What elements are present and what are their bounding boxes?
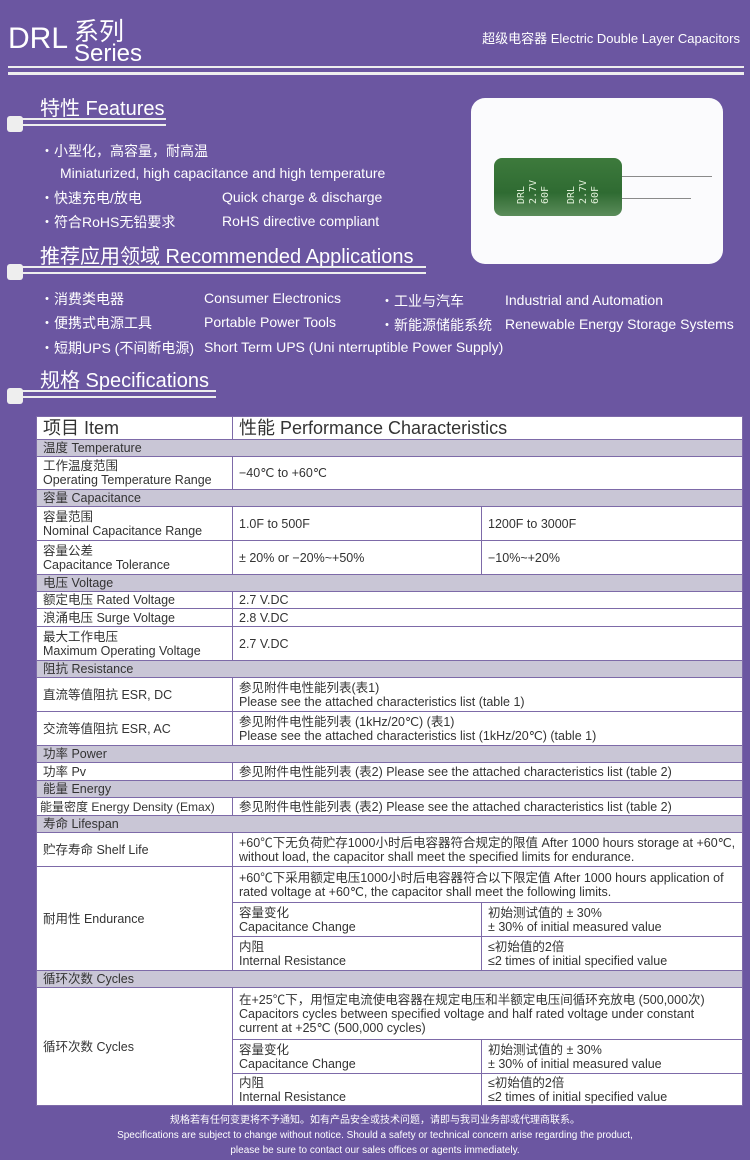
application-item: Industrial and Automation (505, 292, 663, 308)
specifications-table: 项目 Item 性能 Performance Characteristics 温度… (35, 416, 744, 1106)
group-row: 容量 Capacitance (35, 489, 744, 507)
group-row: 温度 Temperature (35, 439, 744, 457)
group-row: 电压 Voltage (35, 574, 744, 592)
divider (8, 72, 744, 75)
model-name: DRL (8, 22, 69, 55)
table-row: 能量密度 Energy Density (Emax) 参见附件电性能列表 (表2)… (36, 797, 744, 816)
feature-item: ・快速充电/放电 (40, 190, 142, 206)
application-item: Portable Power Tools (204, 314, 337, 330)
section-rule (20, 396, 216, 398)
footer-note-en: please be sure to contact our sales offi… (230, 1145, 520, 1156)
group-row: 循环次数 Cycles (35, 970, 744, 988)
specs-title: 规格 Specifications (40, 370, 209, 392)
application-item: Consumer Electronics (204, 290, 341, 306)
table-row: 工作温度范围 Operating Temperature Range −40℃ to… (36, 456, 744, 490)
section-rule (20, 124, 166, 126)
group-row: 阻抗 Resistance (35, 660, 744, 678)
table-row: 耐用性 Endurance +60℃下采用额定电压1000小时后电容器符合以下限定… (36, 866, 744, 971)
application-item: Short Term UPS (Uni nterruptible Power S… (204, 339, 504, 355)
table-row: 容量范围 Nominal Capacitance Range 1.0F to 500… (36, 506, 744, 541)
table-row: 贮存寿命 Shelf Life +60℃下无负荷贮存1000小时后电容器符合规定的… (36, 832, 744, 867)
application-item: ・便携式电源工具 (40, 315, 152, 331)
table-row: 功率 Pv 参见附件电性能列表 (表2) Please see the attac… (36, 762, 744, 781)
capacitor-image: DRL 2.7V 60F DRL 2.7V 60F (494, 158, 622, 216)
application-item: Renewable Energy Storage Systems (505, 316, 734, 332)
product-subtitle: 超级电容器 Electric Double Layer Capacitors (482, 31, 740, 46)
product-photo: DRL 2.7V 60F DRL 2.7V 60F (471, 98, 723, 264)
feature-item: Quick charge & discharge (222, 189, 383, 205)
section-rule (20, 266, 426, 268)
table-row: 容量公差 Capacitance Tolerance ± 20% or −20%~+… (36, 540, 744, 575)
series-en: Series (74, 40, 143, 67)
divider (8, 66, 744, 68)
table-row: 循环次数 Cycles 在+25℃下，用恒定电流使电容器在规定电压和半额定电压间循… (36, 987, 744, 1106)
section-rule (20, 118, 166, 120)
feature-item: Miniaturized, high capacitance and high … (60, 165, 386, 181)
group-row: 寿命 Lifespan (35, 815, 744, 833)
group-row: 能量 Energy (35, 780, 744, 798)
footer-note-cn: 规格若有任何变更将不予通知。如有产品安全或技术问题，请即与我司业务部或代理商联系… (170, 1115, 580, 1126)
table-row: 交流等值阻抗 ESR, AC 参见附件电性能列表 (1kHz/20℃) (表1) P… (36, 711, 744, 746)
application-item: ・消费类电器 (40, 291, 124, 307)
application-item: ・短期UPS (不间断电源) (40, 340, 194, 356)
applications-title: 推荐应用领域 Recommended Applications (40, 246, 414, 268)
table-header: 项目 Item 性能 Performance Characteristics (36, 416, 744, 440)
application-item: ・新能源储能系统 (380, 317, 492, 333)
table-row: 直流等值阻抗 ESR, DC 参见附件电性能列表(表1) Please see th… (36, 677, 744, 712)
section-rule (20, 390, 216, 392)
section-rule (20, 272, 426, 274)
feature-item: ・小型化，高容量，耐高温 (40, 143, 208, 159)
table-row: 最大工作电压 Maximum Operating Voltage 2.7 V.DC (36, 626, 744, 661)
table-row: 浪涌电压 Surge Voltage 2.8 V.DC (36, 608, 744, 627)
capacitor-lead (622, 198, 691, 199)
feature-item: ・符合RoHS无铅要求 (40, 214, 176, 230)
features-title: 特性 Features (40, 98, 165, 120)
feature-item: RoHS directive compliant (222, 213, 380, 229)
group-row: 功率 Power (35, 745, 744, 763)
table-row: 额定电压 Rated Voltage 2.7 V.DC (36, 591, 744, 609)
capacitor-lead (622, 176, 712, 177)
application-item: ・工业与汽车 (380, 293, 464, 309)
footer-note-en: Specifications are subject to change wit… (117, 1130, 633, 1141)
